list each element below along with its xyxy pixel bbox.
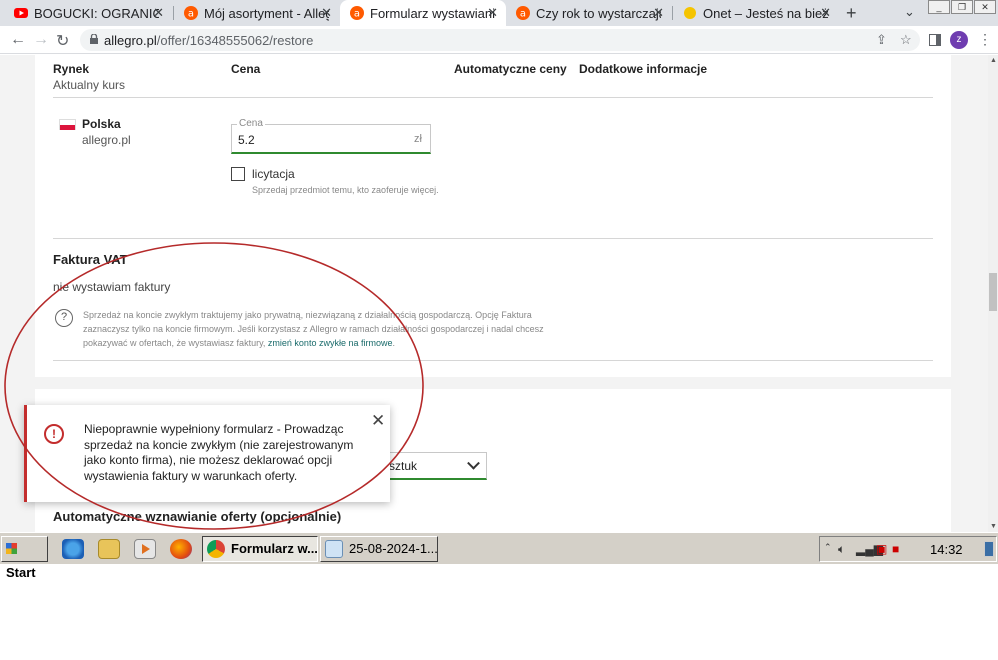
tab-formularz-wystawiania[interactable]: a Formularz wystawiania ✕ [340, 0, 506, 26]
auction-hint: Sprzedaj przedmiot temu, kto zaoferuje w… [252, 185, 439, 195]
chrome-icon [207, 540, 225, 558]
auto-renew-title: Automatyczne wznawianie oferty (opcjonal… [53, 509, 342, 524]
new-tab-button[interactable]: + [846, 3, 857, 24]
chevron-up-icon[interactable]: ⌃ [824, 542, 832, 553]
paint-icon [325, 540, 343, 558]
minimize-button[interactable]: _ [928, 0, 950, 14]
column-header-extra-info: Dodatkowe informacje [579, 62, 708, 76]
window-controls: _ ❐ ✕ [928, 0, 998, 16]
forward-arrow-icon[interactable]: → [33, 31, 49, 49]
tab-onet[interactable]: Onet – Jesteś na bieżą ✕ [673, 0, 839, 26]
close-window-button[interactable]: ✕ [974, 0, 996, 14]
quantity-unit-value: sztuk [389, 459, 418, 473]
close-icon[interactable]: ✕ [653, 5, 664, 21]
taskbar-item-paint[interactable]: 25-08-2024-1... [320, 536, 438, 562]
price-input-value: 5.2 [238, 133, 255, 147]
chevron-down-icon[interactable]: ⌄ [904, 4, 915, 20]
price-input-label: Cena [237, 118, 265, 129]
youtube-icon [14, 6, 28, 20]
divider [53, 238, 933, 239]
page-scrollbar[interactable]: ▲ ▼ [988, 55, 998, 532]
tab-czy-rok[interactable]: a Czy rok to wystarczają ✕ [506, 0, 672, 26]
column-header-price: Cena [231, 62, 261, 76]
reload-icon[interactable]: ↻ [56, 31, 69, 51]
svg-text:a: a [354, 9, 360, 20]
close-icon[interactable]: ✕ [820, 5, 831, 21]
scroll-down-arrow-icon[interactable]: ▼ [990, 523, 997, 530]
media-player-icon[interactable] [134, 539, 156, 559]
currency-unit: zł [414, 133, 422, 145]
address-bar[interactable]: allegro.pl/offer/16348555062/restore ⇪ ☆ [80, 29, 920, 51]
market-site: allegro.pl [82, 133, 131, 147]
exclamation-icon: ! [44, 424, 64, 444]
tab-bogucki[interactable]: BOGUCKI: OGRANICZA ✕ [4, 0, 172, 26]
poland-flag-icon [59, 119, 76, 130]
windows-logo-icon [6, 543, 17, 554]
volume-icon[interactable]: 🔈︎ [838, 542, 845, 557]
column-header-auto-prices: Automatyczne ceny [454, 62, 567, 76]
url-text: allegro.pl/offer/16348555062/restore [104, 33, 314, 48]
vat-section-title: Faktura VAT [53, 252, 128, 267]
column-header-market-sub: Aktualny kurs [53, 78, 126, 92]
restore-button[interactable]: ❐ [951, 0, 973, 14]
profile-avatar[interactable]: z [950, 31, 968, 49]
vat-value: nie wystawiam faktury [53, 280, 171, 294]
security-icon[interactable]: ■ [892, 542, 899, 556]
back-arrow-icon[interactable]: ← [10, 31, 26, 49]
error-toast: ! Niepoprawnie wypełniony formularz - Pr… [24, 405, 390, 502]
more-menu-icon[interactable]: ⋮ [978, 31, 992, 48]
allegro-icon: a [516, 6, 530, 20]
quantity-unit-select[interactable]: sztuk [380, 452, 487, 480]
auction-label[interactable]: licytacja [252, 167, 295, 181]
onet-icon [683, 6, 697, 20]
close-icon[interactable]: ✕ [487, 5, 498, 21]
firefox-icon[interactable] [170, 539, 192, 559]
start-button[interactable]: Start [1, 536, 48, 580]
tab-moj-asortyment[interactable]: a Mój asortyment - Alleg ✕ [174, 0, 340, 26]
price-section-card: Rynek Aktualny kurs Cena Automatyczne ce… [35, 55, 951, 377]
auction-checkbox[interactable] [231, 167, 245, 181]
star-icon[interactable]: ☆ [900, 32, 912, 48]
screen: BOGUCKI: OGRANICZA ✕ a Mój asortyment - … [0, 0, 998, 660]
internet-explorer-icon[interactable] [62, 539, 84, 559]
question-icon: ? [55, 309, 73, 327]
market-country: Polska [82, 117, 121, 131]
change-account-link[interactable]: zmień konto zwykłe na firmowe [268, 338, 393, 348]
vat-info-text: Sprzedaż na koncie zwykłym traktujemy ja… [83, 310, 544, 348]
divider [53, 97, 933, 98]
show-desktop-icon[interactable] [984, 541, 994, 557]
svg-text:a: a [520, 9, 526, 20]
close-icon[interactable]: ✕ [153, 5, 164, 21]
system-tray: ⌃ 🔈︎ ▂▄▆ ▣ ■ 14:32 [819, 536, 997, 562]
scroll-up-arrow-icon[interactable]: ▲ [990, 57, 997, 64]
taskbar-clock: 14:32 [930, 542, 963, 557]
windows-taskbar: Start Formularz w... 25-08-2024-1... ⌃ 🔈… [0, 532, 998, 580]
error-toast-message: Niepoprawnie wypełniony formularz - Prow… [84, 422, 354, 483]
toast-close-button[interactable]: ✕ [371, 411, 385, 431]
lock-icon [90, 34, 98, 44]
divider [53, 360, 933, 361]
column-header-market: Rynek [53, 62, 90, 76]
allegro-icon: a [184, 6, 198, 20]
scrollbar-thumb[interactable] [989, 273, 997, 311]
allegro-icon: a [350, 6, 364, 20]
browser-toolbar: ← → ↻ allegro.pl/offer/16348555062/resto… [0, 26, 998, 54]
share-icon[interactable]: ⇪ [876, 32, 887, 48]
sidebar-panel-icon[interactable] [929, 34, 941, 46]
close-icon[interactable]: ✕ [321, 5, 332, 21]
chevron-down-icon [467, 456, 480, 470]
folder-icon[interactable] [98, 539, 120, 559]
network-status-icon[interactable]: ▣ [876, 542, 887, 556]
browser-tab-strip: BOGUCKI: OGRANICZA ✕ a Mój asortyment - … [0, 0, 998, 26]
taskbar-item-chrome[interactable]: Formularz w... [202, 536, 318, 562]
svg-text:a: a [188, 9, 194, 20]
